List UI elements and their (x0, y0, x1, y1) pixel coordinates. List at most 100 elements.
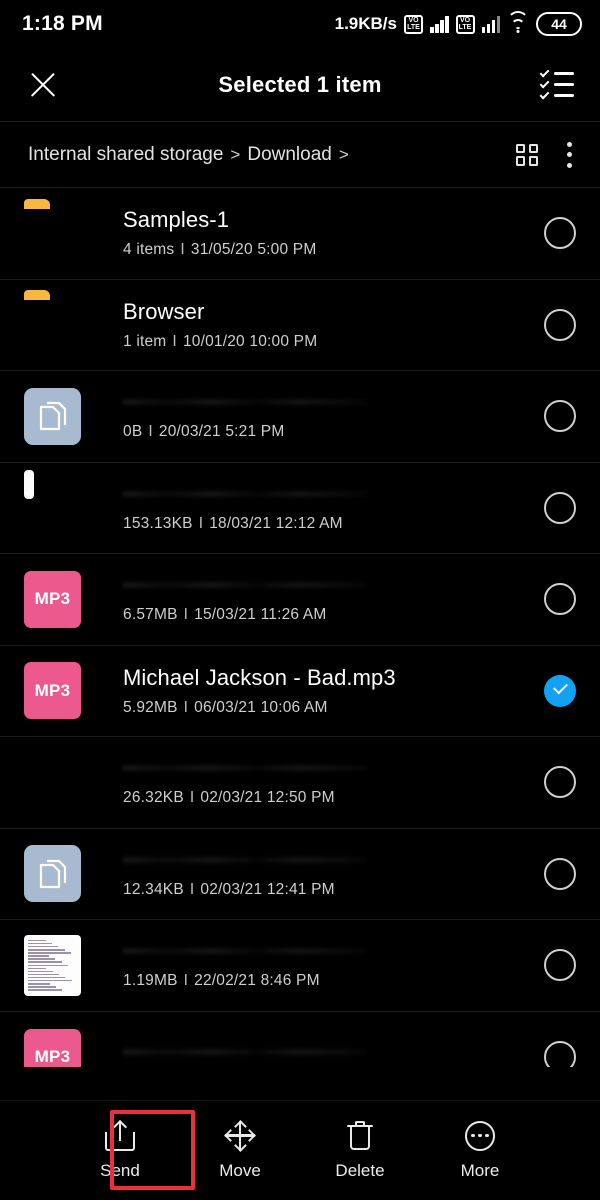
share-icon (105, 1119, 135, 1151)
file-meta: 12.34KB I 02/03/21 12:41 PM (123, 880, 335, 898)
file-info: 12.34KB I 02/03/21 12:41 PM (81, 849, 544, 899)
document-icon (24, 845, 81, 903)
file-size: 4 items (123, 241, 175, 259)
breadcrumb-separator-2: > (338, 144, 349, 164)
file-name (123, 757, 544, 781)
file-row[interactable]: MP3 Michael Jackson - Bad.mp3 5.92MB I 06/03… (0, 646, 600, 737)
network-speed-text: 1.9KB/s (334, 14, 397, 33)
file-checkbox[interactable] (544, 857, 576, 890)
file-row[interactable]: MP3 6.57MB I 15/03/21 11:26 AM (0, 554, 600, 646)
file-info: 26.32KB I 02/03/21 12:50 PM (81, 757, 544, 807)
breadcrumb-separator-1: > (230, 144, 241, 164)
file-row[interactable]: 26.32KB I 02/03/21 12:50 PM (0, 737, 600, 829)
file-size: 153.13KB (123, 514, 193, 532)
file-list[interactable]: Samples-1 4 items I 31/05/20 5:00 PM Browser… (0, 188, 600, 1067)
file-checkbox[interactable] (544, 217, 576, 250)
send-button[interactable]: Send (77, 1111, 163, 1191)
file-date: 02/03/21 12:41 PM (200, 880, 335, 898)
file-name: Michael Jackson - Bad.mp3 (123, 664, 396, 690)
file-row[interactable]: Browser 1 item I 10/01/20 10:00 PM (0, 280, 600, 371)
file-date: 31/05/20 5:00 PM (190, 241, 317, 259)
delete-button[interactable]: Delete (317, 1111, 403, 1191)
file-checkbox[interactable] (544, 308, 576, 341)
file-thumbnail (24, 203, 81, 264)
breadcrumb: Internal shared storage > Download > (28, 144, 349, 166)
file-date: 15/03/21 11:26 AM (194, 606, 327, 624)
file-date: 18/03/21 12:12 AM (209, 514, 343, 532)
file-thumbnail (24, 843, 81, 904)
mp3-icon: MP3 (24, 570, 81, 628)
file-info: Michael Jackson - Bad.mp3 5.92MB I 06/03/21… (81, 665, 544, 717)
file-thumbnail (24, 294, 81, 355)
file-info: 1.19MB I 22/02/21 8:46 PM (81, 940, 544, 990)
breadcrumb-current[interactable]: Download (247, 144, 332, 166)
file-date: 02/03/21 12:50 PM (200, 789, 335, 807)
file-checkbox[interactable] (544, 949, 576, 982)
file-checkbox[interactable] (544, 674, 576, 707)
file-thumbnail (24, 470, 81, 538)
trash-icon (347, 1120, 373, 1151)
file-size: 12.34KB (123, 880, 184, 898)
page-title: Selected 1 item (218, 71, 382, 97)
file-name (123, 574, 544, 598)
file-checkbox[interactable] (544, 583, 576, 616)
file-name (123, 483, 544, 507)
move-button[interactable]: Move (197, 1111, 283, 1191)
grid-view-icon[interactable] (516, 143, 538, 166)
battery-indicator: 44 (536, 12, 582, 36)
file-info (81, 1041, 544, 1067)
volte-top-label-2: VO (459, 17, 471, 24)
file-meta: 4 items I 31/05/20 5:00 PM (123, 241, 317, 259)
file-row[interactable]: 1.19MB I 22/02/21 8:46 PM (0, 920, 600, 1012)
select-all-icon (539, 67, 574, 100)
file-row[interactable]: 0B I 20/03/21 5:21 PM (0, 371, 600, 463)
file-info: Samples-1 4 items I 31/05/20 5:00 PM (81, 207, 544, 259)
document-icon (24, 387, 81, 445)
selection-app-bar: Selected 1 item (0, 48, 600, 122)
volte-bottom-label: LTE (407, 24, 420, 31)
signal-bars-sim1 (430, 15, 449, 33)
file-meta: 1 item I 10/01/20 10:00 PM (123, 332, 318, 350)
close-selection-button[interactable] (26, 68, 60, 102)
file-size: 1.19MB (123, 972, 178, 990)
file-size: 6.57MB (123, 606, 178, 624)
file-meta: 6.57MB I 15/03/21 11:26 AM (123, 606, 327, 624)
breadcrumb-bar: Internal shared storage > Download > (0, 122, 600, 188)
file-row[interactable]: 12.34KB I 02/03/21 12:41 PM (0, 829, 600, 920)
action-bar: Send Move Delete More (0, 1100, 600, 1200)
file-checkbox[interactable] (544, 400, 576, 433)
volte-top-label: VO (408, 17, 419, 24)
file-row[interactable]: 153.13KB I 18/03/21 12:12 AM (0, 463, 600, 554)
file-date: 06/03/21 10:06 AM (194, 698, 328, 716)
file-row[interactable]: Samples-1 4 items I 31/05/20 5:00 PM (0, 188, 600, 280)
file-checkbox[interactable] (544, 491, 576, 524)
more-ellipsis-icon (465, 1120, 495, 1151)
file-thumbnail: MP3 (24, 569, 81, 630)
file-name (123, 940, 544, 964)
select-all-button[interactable] (539, 67, 574, 100)
breadcrumb-actions (516, 141, 572, 168)
more-label: More (460, 1160, 500, 1180)
file-size: 1 item (123, 332, 167, 350)
file-meta: 26.32KB I 02/03/21 12:50 PM (123, 789, 335, 807)
file-size: 0B (123, 423, 143, 441)
file-size: 5.92MB (123, 698, 178, 716)
file-name (123, 1041, 544, 1065)
file-thumbnail (24, 934, 81, 996)
delete-label: Delete (335, 1160, 385, 1180)
more-button[interactable]: More (437, 1111, 523, 1191)
file-name: Samples-1 (123, 207, 230, 233)
file-checkbox[interactable] (544, 766, 576, 799)
breadcrumb-root[interactable]: Internal shared storage (28, 144, 223, 166)
overflow-menu-icon[interactable] (566, 141, 572, 168)
wifi-icon (507, 10, 529, 33)
file-date: 20/03/21 5:21 PM (158, 423, 285, 441)
file-row[interactable]: MP3 (0, 1012, 600, 1067)
volte-icon-sim1: VO LTE (404, 14, 423, 34)
close-icon (26, 68, 60, 102)
move-arrows-icon (224, 1119, 256, 1152)
file-thumbnail (24, 752, 81, 813)
file-checkbox[interactable] (544, 1041, 576, 1067)
file-info: Browser 1 item I 10/01/20 10:00 PM (81, 299, 544, 351)
file-thumbnail (24, 386, 81, 447)
